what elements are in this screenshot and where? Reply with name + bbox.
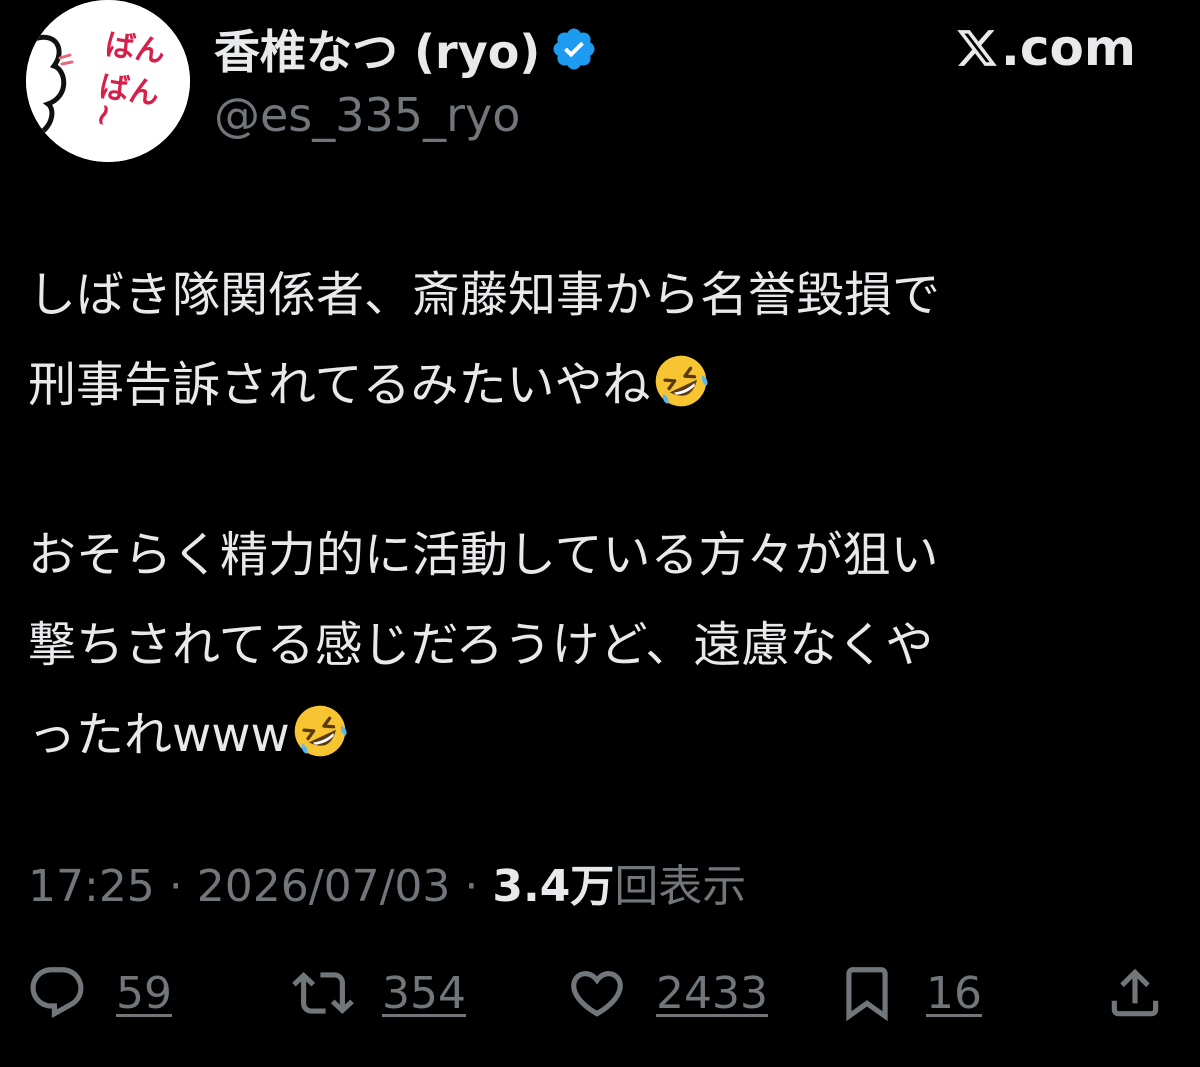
share-icon <box>1104 962 1166 1024</box>
bookmark-icon <box>836 962 898 1024</box>
like-count[interactable]: 2433 <box>656 968 768 1019</box>
heart-icon <box>566 962 628 1024</box>
x-com-logo: .com <box>955 18 1136 78</box>
verified-badge-icon[interactable] <box>550 25 598 73</box>
retweet-count[interactable]: 354 <box>382 968 466 1019</box>
avatar[interactable]: ばん ばん ~ <box>26 0 190 162</box>
meta-separator: · <box>450 861 493 912</box>
like-button[interactable]: 2433 <box>566 958 768 1028</box>
tweet-line: 刑事告訴されてるみたいやね <box>28 340 1178 430</box>
tweet-text: しばき隊関係者、斎藤知事から名誉毀損で 刑事告訴されてるみたいやね おそらく精力… <box>28 250 1178 780</box>
meta-separator: · <box>154 861 197 912</box>
author-handle[interactable]: @es_335_ryo <box>214 88 520 142</box>
reply-button[interactable]: 59 <box>26 958 172 1028</box>
tweet-time[interactable]: 17:25 <box>28 861 155 912</box>
views-count: 3.4万 <box>492 861 615 912</box>
views-label: 回表示 <box>614 861 747 912</box>
tweet-line: ったれwww <box>28 690 1178 780</box>
rolling-laughing-emoji-icon <box>290 701 350 761</box>
rolling-laughing-emoji-icon <box>651 351 711 411</box>
tweet-line: しばき隊関係者、斎藤知事から名誉毀損で <box>28 267 941 323</box>
retweet-button[interactable]: 354 <box>292 958 466 1028</box>
author-display-name[interactable]: 香椎なつ (ryo) <box>214 16 540 82</box>
reply-icon <box>26 962 88 1024</box>
x-com-domain: .com <box>1000 19 1136 77</box>
bookmark-button[interactable]: 16 <box>836 958 982 1028</box>
retweet-icon <box>292 962 354 1024</box>
tweet-line: おそらく精力的に活動している方々が狙い <box>28 527 939 583</box>
author-name-row[interactable]: 香椎なつ (ryo) <box>214 18 598 80</box>
tweet-date[interactable]: 2026/07/03 <box>197 861 451 912</box>
reply-count[interactable]: 59 <box>116 968 172 1019</box>
avatar-image: ばん ばん ~ <box>26 0 190 162</box>
tweet-actions: 59 354 2433 16 <box>26 958 1166 1028</box>
tweet-line: 撃ちされてる感じだろうけど、遠慮なくや <box>28 617 934 673</box>
bookmark-count[interactable]: 16 <box>926 968 982 1019</box>
x-logo-icon <box>955 26 999 70</box>
share-button[interactable] <box>1104 958 1166 1028</box>
tweet-meta: 17:25 · 2026/07/03 · 3.4万回表示 <box>28 850 746 914</box>
